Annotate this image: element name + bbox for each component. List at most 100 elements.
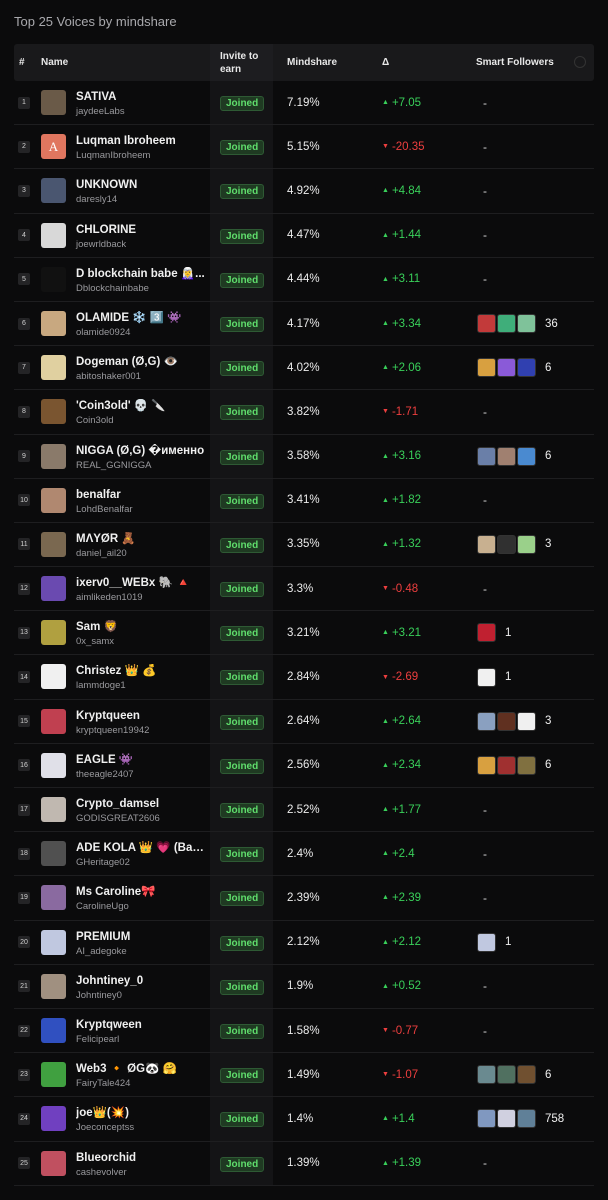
display-name[interactable]: D blockchain babe 🧝‍♀️... xyxy=(76,267,208,281)
follower-avatar[interactable] xyxy=(517,358,536,378)
table-row[interactable]: 18 ADE KOLA 👑 💗 (Bac... GHeritage02 Joined 2… xyxy=(14,832,594,877)
table-row[interactable]: 19 Ms Caroline🎀 CarolineUgo Joined 2.39% ▲ +2.… xyxy=(14,876,594,921)
follower-avatar[interactable] xyxy=(517,446,536,466)
table-row[interactable]: 24 joe👑(💥) Joeconceptss Joined 1.4% ▲ +1.4 758 xyxy=(14,1097,594,1142)
table-row[interactable]: 23 Web3 🔸 ØG🐼 🤗 FairyTale424 Joined 1.49% ▼ -1… xyxy=(14,1053,594,1098)
table-row[interactable]: 13 Sam 🦁 0x_samx Joined 3.21% ▲ +3.21 1 xyxy=(14,611,594,656)
avatar[interactable] xyxy=(41,355,66,381)
follower-avatar[interactable] xyxy=(477,446,496,466)
name-block[interactable]: PREMIUM AI_adegoke xyxy=(76,930,208,958)
name-block[interactable]: Luqman Ibroheem LuqmanIbroheem xyxy=(76,134,208,162)
follower-avatar[interactable] xyxy=(497,446,516,466)
name-block[interactable]: MΛYØR 🧸 daniel_ail20 xyxy=(76,532,208,560)
avatar[interactable] xyxy=(41,266,66,292)
avatar[interactable] xyxy=(41,310,66,336)
display-name[interactable]: OLAMIDE ❄️ 3️⃣ 👾 xyxy=(76,311,208,325)
follower-avatar[interactable] xyxy=(477,755,496,775)
table-row[interactable]: 17 Crypto_damsel GODISGREAT2606 Joined 2.52%… xyxy=(14,788,594,833)
smart-followers[interactable]: 6 xyxy=(477,446,551,466)
header-smart-followers[interactable]: Smart Followers xyxy=(476,57,554,68)
follower-avatar[interactable] xyxy=(517,1109,536,1129)
follower-avatar[interactable] xyxy=(477,534,496,554)
name-block[interactable]: Johntiney_0 Johntiney0 xyxy=(76,974,208,1002)
table-row[interactable]: 10 benalfar LohdBenalfar Joined 3.41% ▲ +1.82 - xyxy=(14,478,594,523)
smart-followers[interactable]: 1 xyxy=(477,667,511,687)
table-row[interactable]: 2 A Luqman Ibroheem LuqmanIbroheem Joined 5.1… xyxy=(14,125,594,170)
follower-avatar[interactable] xyxy=(497,1109,516,1129)
display-name[interactable]: Johntiney_0 xyxy=(76,974,208,988)
avatar[interactable] xyxy=(41,178,66,204)
avatar[interactable] xyxy=(41,752,66,778)
smart-followers[interactable]: 6 xyxy=(477,755,551,775)
avatar[interactable] xyxy=(41,399,66,425)
avatar[interactable] xyxy=(41,708,66,734)
smart-followers[interactable]: 758 xyxy=(477,1109,564,1129)
follower-avatar[interactable] xyxy=(497,314,516,334)
avatar[interactable] xyxy=(41,1150,66,1176)
follower-avatar[interactable] xyxy=(497,755,516,775)
name-block[interactable]: ixerv0__WEBx 🐘 🔺 aimlikeden1019 xyxy=(76,576,208,604)
display-name[interactable]: Christez 👑 💰 xyxy=(76,664,208,678)
table-row[interactable]: 3 UNKNOWN daresly14 Joined 4.92% ▲ +4.84 - xyxy=(14,169,594,214)
name-block[interactable]: ADE KOLA 👑 💗 (Bac... GHeritage02 xyxy=(76,841,208,869)
display-name[interactable]: Sam 🦁 xyxy=(76,620,208,634)
display-name[interactable]: joe👑(💥) xyxy=(76,1106,208,1120)
avatar[interactable] xyxy=(41,1106,66,1132)
table-row[interactable]: 4 CHLORINE joewrldback Joined 4.47% ▲ +1.44 - xyxy=(14,213,594,258)
name-block[interactable]: Web3 🔸 ØG🐼 🤗 FairyTale424 xyxy=(76,1062,208,1090)
table-row[interactable]: 5 D blockchain babe 🧝‍♀️... Dblockchainbab… xyxy=(14,257,594,302)
table-row[interactable]: 20 PREMIUM AI_adegoke Joined 2.12% ▲ +2.12 1 xyxy=(14,920,594,965)
avatar[interactable] xyxy=(41,90,66,115)
display-name[interactable]: Luqman Ibroheem xyxy=(76,134,208,148)
display-name[interactable]: CHLORINE xyxy=(76,223,208,237)
name-block[interactable]: NIGGA (Ø,G) �именно REAL_GGNIGGA xyxy=(76,444,208,472)
display-name[interactable]: UNKNOWN xyxy=(76,178,208,192)
smart-followers[interactable]: 3 xyxy=(477,534,551,554)
display-name[interactable]: Kryptqween xyxy=(76,1018,208,1032)
table-row[interactable]: 1 SATIVA jaydeeLabs Joined 7.19% ▲ +7.05 - xyxy=(14,81,594,126)
follower-avatar[interactable] xyxy=(477,932,496,952)
name-block[interactable]: Sam 🦁 0x_samx xyxy=(76,620,208,648)
follower-avatar[interactable] xyxy=(477,667,496,687)
table-row[interactable]: 12 ixerv0__WEBx 🐘 🔺 aimlikeden1019 Joined 3.… xyxy=(14,567,594,612)
name-block[interactable]: Kryptqween Felicipearl xyxy=(76,1018,208,1046)
name-block[interactable]: 'Coin3old' 💀 🔪 Coin3old xyxy=(76,399,208,427)
display-name[interactable]: Ms Caroline🎀 xyxy=(76,885,208,899)
name-block[interactable]: benalfar LohdBenalfar xyxy=(76,488,208,516)
avatar[interactable] xyxy=(41,531,66,557)
avatar[interactable] xyxy=(41,222,66,248)
display-name[interactable]: 'Coin3old' 💀 🔪 xyxy=(76,399,208,413)
smart-followers[interactable]: 3 xyxy=(477,711,551,731)
follower-avatar[interactable] xyxy=(517,1065,536,1085)
table-row[interactable]: 6 OLAMIDE ❄️ 3️⃣ 👾 olamide0924 Joined 4.17% ▲… xyxy=(14,301,594,347)
follower-avatar[interactable] xyxy=(477,623,496,643)
follower-avatar[interactable] xyxy=(497,1065,516,1085)
smart-followers[interactable]: 1 xyxy=(477,623,511,643)
header-delta[interactable]: Δ xyxy=(382,57,389,68)
display-name[interactable]: EAGLE 👾 xyxy=(76,753,208,767)
avatar[interactable] xyxy=(41,1062,66,1088)
avatar[interactable]: A xyxy=(41,134,66,160)
name-block[interactable]: joe👑(💥) Joeconceptss xyxy=(76,1106,208,1134)
smart-followers[interactable]: 36 xyxy=(477,314,558,334)
follower-avatar[interactable] xyxy=(477,314,496,334)
table-row[interactable]: 22 Kryptqween Felicipearl Joined 1.58% ▼ -0.77… xyxy=(14,1008,594,1054)
avatar[interactable] xyxy=(41,664,66,690)
follower-avatar[interactable] xyxy=(517,711,536,731)
display-name[interactable]: benalfar xyxy=(76,488,208,502)
display-name[interactable]: ixerv0__WEBx 🐘 🔺 xyxy=(76,576,208,590)
name-block[interactable]: Dogeman (Ø,G) 👁️ abitoshaker001 xyxy=(76,355,208,383)
display-name[interactable]: SATIVA xyxy=(76,90,208,104)
follower-avatar[interactable] xyxy=(477,358,496,378)
avatar[interactable] xyxy=(41,1017,66,1043)
display-name[interactable]: MΛYØR 🧸 xyxy=(76,532,208,546)
display-name[interactable]: PREMIUM xyxy=(76,930,208,944)
name-block[interactable]: Christez 👑 💰 lammdoge1 xyxy=(76,664,208,692)
avatar[interactable] xyxy=(41,487,66,513)
avatar[interactable] xyxy=(41,443,66,469)
follower-avatar[interactable] xyxy=(477,1109,496,1129)
avatar[interactable] xyxy=(41,973,66,999)
name-block[interactable]: UNKNOWN daresly14 xyxy=(76,178,208,206)
smart-followers[interactable]: 6 xyxy=(477,1065,551,1085)
table-row[interactable]: 21 Johntiney_0 Johntiney0 Joined 1.9% ▲ +0.52 - xyxy=(14,964,594,1009)
